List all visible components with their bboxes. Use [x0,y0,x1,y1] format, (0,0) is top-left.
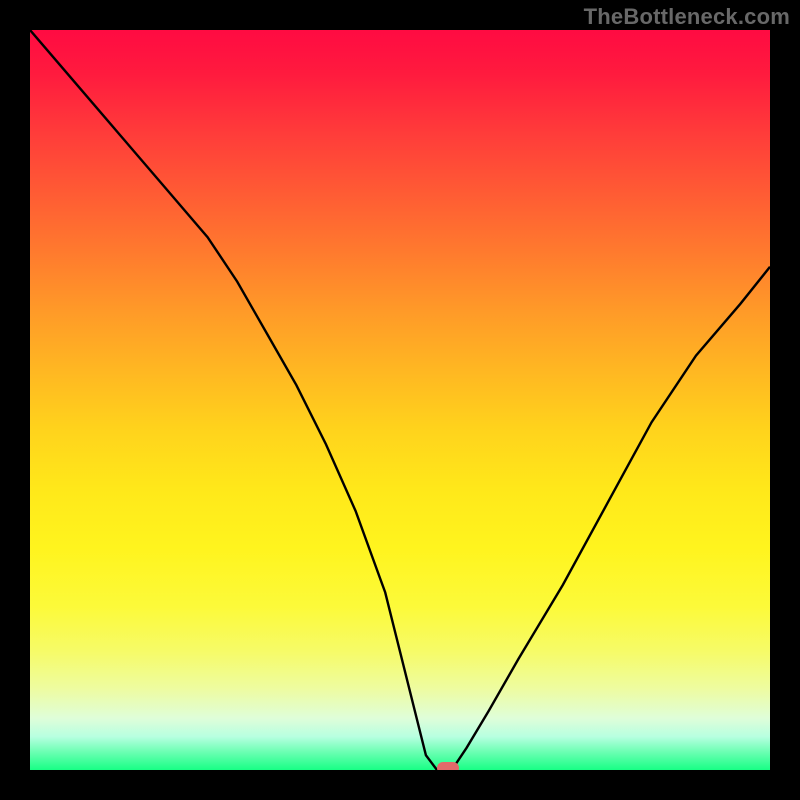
optimal-point-marker [437,762,459,770]
chart-frame: TheBottleneck.com [0,0,800,800]
plot-area [30,30,770,770]
bottleneck-curve-svg [30,30,770,770]
watermark-text: TheBottleneck.com [584,4,790,30]
bottleneck-curve-path [30,30,770,770]
